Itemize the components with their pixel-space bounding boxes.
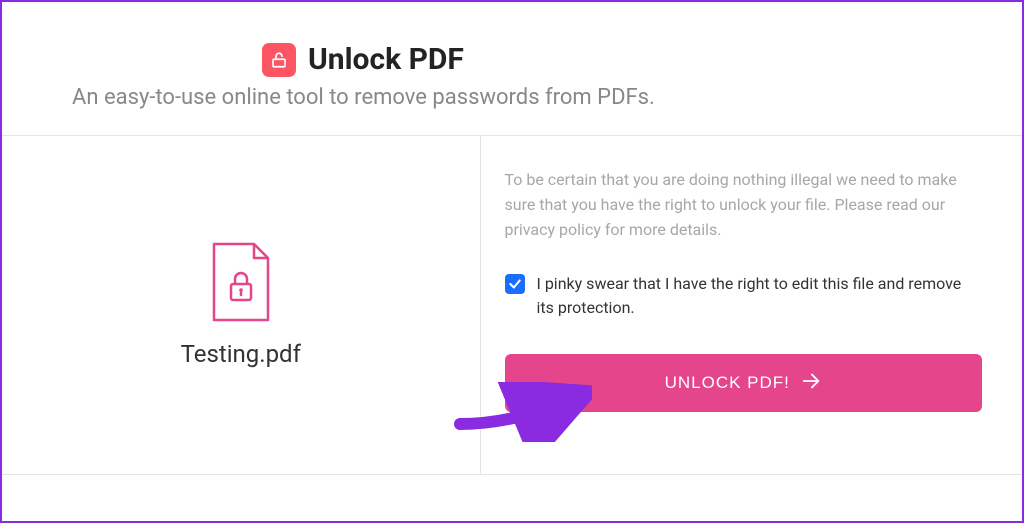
locked-file-icon xyxy=(210,242,272,322)
title-row: Unlock PDF xyxy=(262,42,952,77)
page-subtitle: An easy-to-use online tool to remove pas… xyxy=(72,85,952,110)
consent-checkbox[interactable] xyxy=(505,274,525,294)
unlock-button[interactable]: UNLOCK PDF! xyxy=(505,354,983,412)
consent-label: I pinky swear that I have the right to e… xyxy=(537,272,983,320)
header: Unlock PDF An easy-to-use online tool to… xyxy=(2,2,1022,135)
consent-row: I pinky swear that I have the right to e… xyxy=(505,272,983,320)
unlock-badge-icon xyxy=(262,43,296,77)
action-panel: To be certain that you are doing nothing… xyxy=(481,136,1023,474)
file-name: Testing.pdf xyxy=(181,340,301,368)
file-preview-panel: Testing.pdf xyxy=(2,136,481,474)
disclaimer-text: To be certain that you are doing nothing… xyxy=(505,168,983,242)
unlock-button-label: UNLOCK PDF! xyxy=(665,373,790,393)
arrow-right-icon xyxy=(800,370,822,397)
content-area: Testing.pdf To be certain that you are d… xyxy=(2,135,1022,475)
page-title: Unlock PDF xyxy=(308,42,464,77)
